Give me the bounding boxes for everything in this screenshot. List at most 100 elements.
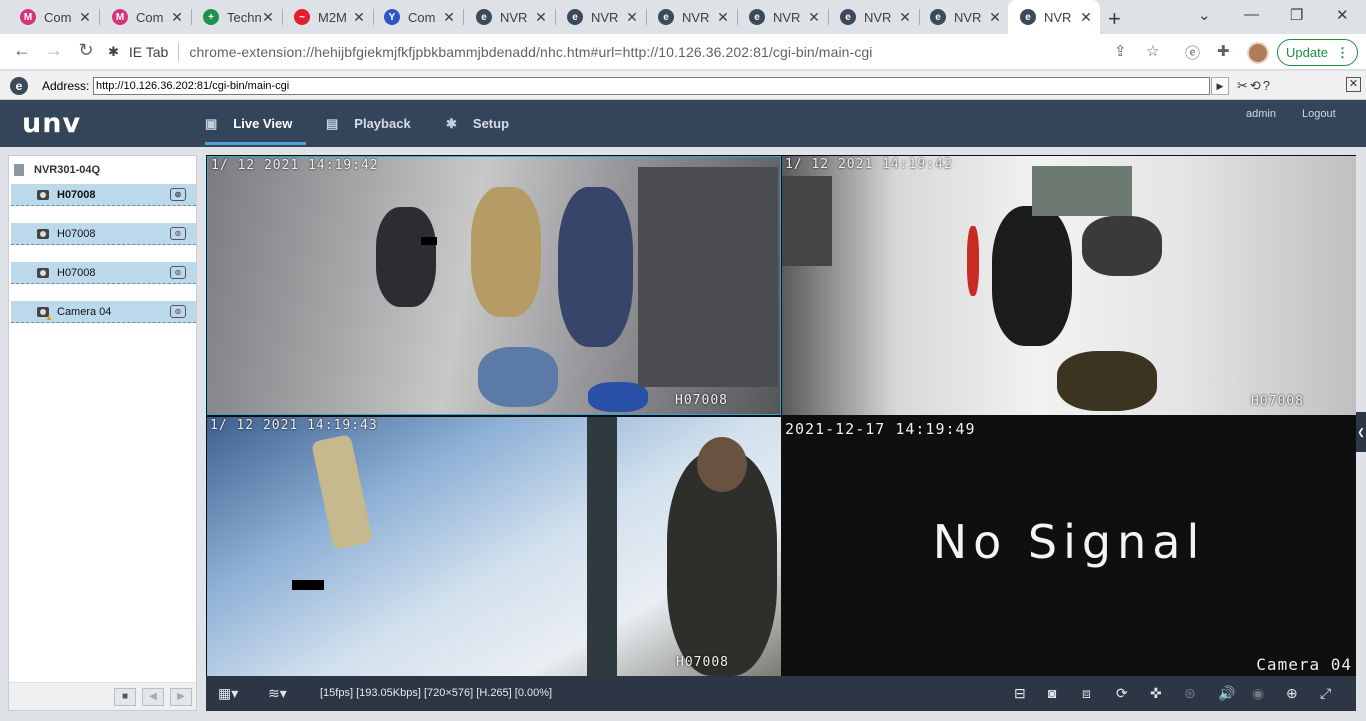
- browser-tab[interactable]: Y Com ✕: [372, 0, 464, 34]
- address-input[interactable]: http://10.126.36.202:81/cgi-bin/main-cgi: [93, 77, 1210, 95]
- person-figure: [478, 347, 558, 407]
- tab-title: Com: [136, 9, 164, 25]
- camera-list-item[interactable]: ▲ Camera 04 ⊚: [11, 301, 196, 323]
- prev-page-icon[interactable]: ◀: [142, 688, 164, 706]
- tab-close-icon[interactable]: ✕: [624, 9, 640, 25]
- device-tree-root[interactable]: NVR301-04Q: [14, 164, 100, 176]
- collapse-panel-handle[interactable]: ❮: [1356, 412, 1366, 452]
- stream-toggle-icon[interactable]: ⊚: [170, 227, 186, 240]
- extensions-icon[interactable]: ✚: [1217, 42, 1230, 60]
- tab-title: NVR: [773, 9, 801, 25]
- tab-close-icon[interactable]: ✕: [533, 9, 549, 25]
- fire-extinguisher: [967, 226, 979, 296]
- person-head: [697, 437, 747, 492]
- audio-icon[interactable]: 🔊: [1218, 685, 1235, 702]
- tab-favicon-icon: e: [930, 9, 946, 25]
- digital-zoom-icon[interactable]: ✜: [1150, 685, 1162, 702]
- tab-close-icon[interactable]: ✕: [897, 9, 913, 25]
- browser-tab[interactable]: + Techn ✕: [191, 0, 283, 34]
- browser-tab[interactable]: M Com ✕: [8, 0, 100, 34]
- video-tile[interactable]: 2021-12-17 14:19:49 No Signal Camera 04: [782, 417, 1356, 676]
- tab-close-icon[interactable]: ✕: [715, 9, 731, 25]
- camera-icon: [37, 228, 49, 239]
- tab-live-view[interactable]: ▣ Live View: [205, 100, 306, 147]
- menu-dots-icon: ⋮: [1335, 44, 1349, 60]
- browser-tab[interactable]: ~ M2M ✕: [282, 0, 374, 34]
- snapshot-icon[interactable]: ◙: [1048, 685, 1056, 701]
- stream-toggle-icon[interactable]: ⊚: [170, 266, 186, 279]
- minimize-button[interactable]: —: [1244, 6, 1259, 23]
- next-page-icon[interactable]: ▶: [170, 688, 192, 706]
- browser-tab[interactable]: M Com ✕: [100, 0, 192, 34]
- talk-icon[interactable]: ⊛: [1184, 685, 1196, 702]
- browser-tab[interactable]: e NVR ✕: [464, 0, 556, 34]
- record-icon[interactable]: ⧈: [1082, 685, 1091, 702]
- stream-toggle-icon[interactable]: ⊚: [170, 188, 186, 201]
- browser-tab[interactable]: e NVR ✕: [737, 0, 829, 34]
- fullscreen-icon[interactable]: ⤢: [1320, 685, 1331, 702]
- tab-close-icon[interactable]: ✕: [1078, 9, 1094, 25]
- tab-close-icon[interactable]: ✕: [987, 9, 1003, 25]
- close-window-button[interactable]: ✕: [1336, 6, 1349, 24]
- redaction-box: [292, 580, 324, 590]
- tab-close-icon[interactable]: ✕: [351, 9, 367, 25]
- ie-tab-label: IE Tab: [128, 44, 169, 60]
- browser-tab[interactable]: e NVR ✕: [828, 0, 920, 34]
- logout-link[interactable]: Logout: [1302, 108, 1336, 120]
- stream-toggle-icon[interactable]: ⊚: [170, 305, 186, 318]
- browser-tab[interactable]: e NVR ✕: [1008, 0, 1100, 34]
- channel-label: Camera 04: [1256, 655, 1352, 674]
- browser-tab[interactable]: e NVR ✕: [646, 0, 738, 34]
- omnibox-url[interactable]: chrome-extension://hehijbfgiekmjfkfjpbkb…: [189, 44, 872, 60]
- go-button[interactable]: ▶: [1211, 77, 1229, 95]
- tab-setup[interactable]: ✱ Setup: [446, 100, 509, 147]
- channel-label: H07008: [675, 393, 728, 408]
- browser-tab[interactable]: e NVR ✕: [918, 0, 1009, 34]
- tab-playback[interactable]: ▤ Playback: [326, 100, 411, 147]
- video-tile[interactable]: 1/ 12 2021 14:19:43 H07008: [207, 417, 781, 676]
- camera-list-item[interactable]: H07008 ⊚: [11, 262, 196, 284]
- aspect-ratio-icon[interactable]: ⊟: [1014, 685, 1026, 702]
- tab-close-icon[interactable]: ✕: [260, 9, 276, 25]
- new-tab-button[interactable]: +: [1108, 6, 1121, 32]
- stream-type-icon[interactable]: ≋▾: [268, 685, 287, 702]
- tab-search-icon[interactable]: ⌄: [1198, 6, 1211, 24]
- microphone-icon[interactable]: ◉: [1252, 685, 1264, 702]
- camera-name: H07008: [57, 188, 96, 201]
- tab-close-icon[interactable]: ✕: [806, 9, 822, 25]
- camera-list-item[interactable]: H07008 ⊚: [11, 184, 196, 206]
- tab-close-icon[interactable]: ✕: [77, 9, 93, 25]
- person-figure: [1057, 351, 1157, 411]
- camera-list-item[interactable]: H07008 ⊚: [11, 223, 196, 245]
- tab-close-icon[interactable]: ✕: [441, 9, 457, 25]
- back-button[interactable]: ←: [10, 40, 34, 61]
- reload-button[interactable]: ↻: [74, 40, 98, 61]
- ptz-icon[interactable]: ⟳: [1116, 685, 1128, 702]
- ietab-close-button[interactable]: ✕: [1346, 77, 1361, 92]
- tab-title: NVR: [500, 9, 528, 25]
- video-tile[interactable]: 1/ 12 2021 14:19:42 H07008: [207, 156, 781, 415]
- video-tile[interactable]: 1/ 12 2021 14:19:42 H07008: [782, 156, 1356, 415]
- omnibox[interactable]: ✱ IE Tab chrome-extension://hehijbfgiekm…: [108, 37, 1176, 67]
- update-button[interactable]: Update ⋮: [1277, 39, 1358, 66]
- browser-tab[interactable]: e NVR ✕: [555, 0, 647, 34]
- tab-close-icon[interactable]: ✕: [169, 9, 185, 25]
- ietab-tools-icons[interactable]: ✂⟲?: [1237, 78, 1272, 94]
- zoom-icon[interactable]: ⊕: [1286, 685, 1298, 702]
- ie-tab-extension-icon[interactable]: ⓔ: [1185, 42, 1200, 63]
- bookmark-star-icon[interactable]: ☆: [1146, 42, 1159, 60]
- browser-tab-strip: M Com ✕ M Com ✕ + Techn ✕ ~ M2M ✕ Y Com ✕ e NVR ✕ e NVR ✕ e NV…: [0, 0, 1366, 34]
- tab-favicon-icon: Y: [384, 9, 400, 25]
- forward-button[interactable]: →: [42, 40, 66, 61]
- video-timestamp: 1/ 12 2021 14:19:42: [785, 157, 953, 172]
- tab-live-view-label: Live View: [233, 116, 293, 131]
- layout-grid-icon[interactable]: ▦▾: [218, 685, 238, 702]
- profile-avatar[interactable]: [1247, 42, 1269, 64]
- restore-button[interactable]: ❐: [1290, 6, 1303, 24]
- person-figure: [558, 187, 633, 347]
- stop-all-button[interactable]: ■: [114, 688, 136, 706]
- share-icon[interactable]: ⇪: [1114, 42, 1127, 60]
- equipment-shape: [1082, 216, 1162, 276]
- ietab-address-bar: e Address: http://10.126.36.202:81/cgi-b…: [0, 71, 1366, 100]
- tab-favicon-icon: e: [658, 9, 674, 25]
